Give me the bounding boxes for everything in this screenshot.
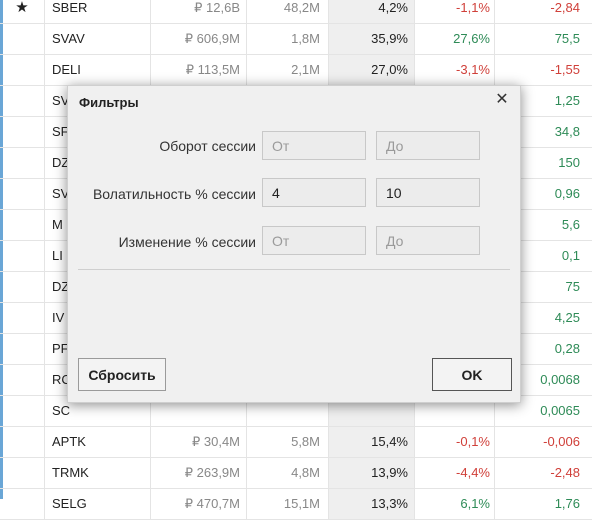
favorite-star-icon[interactable] (0, 458, 44, 488)
favorite-star-icon[interactable] (0, 148, 44, 178)
ticker-cell: SVAV (52, 31, 85, 46)
filters-dialog: Фильтры ✕ Оборот сессии Волатильность % … (67, 85, 521, 403)
volatility-to-input[interactable] (376, 178, 480, 207)
favorite-star-icon[interactable] (0, 396, 44, 426)
filter-label-volatility: Волатильность % сессии (92, 186, 256, 202)
turnover-from-input[interactable] (262, 131, 366, 160)
abs-change-cell: -2,48 (550, 465, 580, 480)
dialog-divider (78, 269, 510, 270)
reset-button[interactable]: Сбросить (78, 358, 166, 391)
turnover-cell: ₽ 30,4M (191, 434, 240, 449)
turnover-to-input[interactable] (376, 131, 480, 160)
ticker-cell: DELI (52, 62, 81, 77)
table-row[interactable]: SELG ₽ 470,7M 15,1M 13,3% 6,1% 1,76 (0, 489, 592, 520)
volatility-cell: 15,4% (328, 427, 414, 457)
turnover-cell: ₽ 113,5M (185, 62, 240, 77)
ticker-cell: APTK (52, 434, 86, 449)
table-row[interactable]: SVAV ₽ 606,9M 1,8M 35,9% 27,6% 75,5 (0, 24, 592, 55)
ticker-cell: SBER (52, 0, 88, 15)
close-icon[interactable]: ✕ (492, 90, 512, 110)
favorite-star-icon[interactable] (0, 427, 44, 457)
volume-cell: 1,8M (291, 31, 320, 46)
turnover-cell: ₽ 470,7M (184, 496, 240, 511)
turnover-cell: ₽ 263,9M (184, 465, 240, 480)
table-row[interactable]: APTK ₽ 30,4M 5,8M 15,4% -0,1% -0,006 (0, 427, 592, 458)
volume-cell: 48,2M (283, 0, 320, 15)
volatility-cell: 13,9% (328, 458, 414, 488)
change-from-input[interactable] (262, 226, 366, 255)
ok-button[interactable]: OK (432, 358, 512, 391)
volume-cell: 2,1M (291, 62, 320, 77)
abs-change-cell: 75,5 (554, 31, 580, 46)
volume-cell: 4,8M (291, 465, 320, 480)
filter-label-change: Изменение % сессии (118, 234, 256, 250)
favorite-star-icon[interactable] (0, 272, 44, 302)
filter-label-turnover: Оборот сессии (159, 138, 256, 154)
favorite-star-icon[interactable] (0, 334, 44, 364)
favorite-star-icon[interactable] (0, 117, 44, 147)
favorite-star-icon[interactable] (0, 489, 44, 519)
abs-change-cell: -1,55 (550, 62, 580, 77)
volume-cell: 5,8M (291, 434, 320, 449)
volatility-from-input[interactable] (262, 178, 366, 207)
favorite-star-icon[interactable] (0, 86, 44, 116)
favorite-star-icon[interactable] (0, 210, 44, 240)
volatility-cell: 13,3% (328, 489, 414, 519)
change-cell: 6,1% (460, 496, 490, 511)
volatility-cell: 35,9% (328, 24, 414, 54)
change-cell: -0,1% (456, 434, 490, 449)
ticker-cell: SELG (52, 496, 87, 511)
favorite-star-icon[interactable] (0, 241, 44, 271)
turnover-cell: ₽ 606,9M (184, 31, 240, 46)
favorite-star-icon[interactable] (0, 24, 44, 54)
favorite-star-icon[interactable] (0, 303, 44, 333)
table-row[interactable]: DELI ₽ 113,5M 2,1M 27,0% -3,1% -1,55 (0, 55, 592, 86)
table-row[interactable]: TRMK ₽ 263,9M 4,8M 13,9% -4,4% -2,48 (0, 458, 592, 489)
table-row[interactable]: ★ SBER ₽ 12,6B 48,2M 4,2% -1,1% -2,84 (0, 0, 592, 24)
volatility-cell: 4,2% (328, 0, 414, 23)
change-to-input[interactable] (376, 226, 480, 255)
volatility-cell: 27,0% (328, 55, 414, 85)
ticker-cell: TRMK (52, 465, 89, 480)
change-cell: 27,6% (453, 31, 490, 46)
abs-change-cell: -2,84 (550, 0, 580, 15)
column-divider (44, 0, 45, 520)
volume-cell: 15,1M (283, 496, 320, 511)
favorite-star-icon[interactable]: ★ (0, 0, 44, 23)
abs-change-cell: -0,006 (543, 434, 580, 449)
favorite-star-icon[interactable] (0, 179, 44, 209)
dialog-title: Фильтры (79, 95, 139, 110)
turnover-cell: ₽ 12,6B (194, 0, 240, 15)
favorite-star-icon[interactable] (0, 365, 44, 395)
change-cell: -3,1% (456, 62, 490, 77)
change-cell: -1,1% (456, 0, 490, 15)
change-cell: -4,4% (456, 465, 490, 480)
favorite-star-icon[interactable] (0, 55, 44, 85)
abs-change-cell: 1,76 (554, 496, 580, 511)
